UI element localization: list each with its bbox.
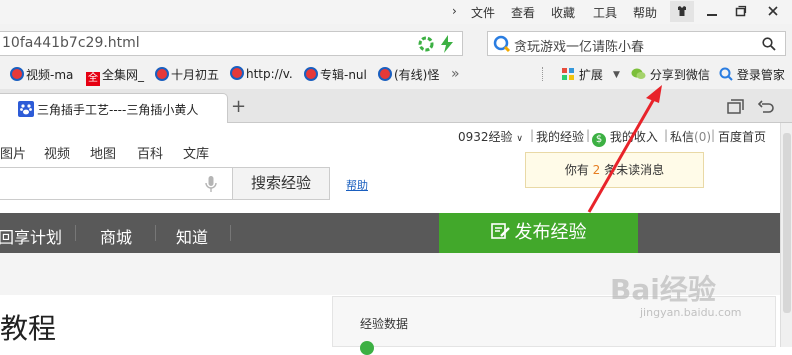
my-income-link[interactable]: $ 我的收入 [592,128,658,147]
bookmark-2[interactable]: 全全集网_ [86,66,144,86]
menu-view[interactable]: 查看 [511,4,535,21]
video-icon [155,67,169,81]
username-link[interactable]: 0932经验 ∨ [458,128,523,145]
scrollbar-thumb[interactable] [783,133,791,313]
scrollbar[interactable] [780,123,792,347]
video-icon [10,67,24,81]
bookmark-1[interactable]: 视频-ma [10,66,73,84]
close-icon[interactable] [761,1,785,22]
nav-divider [75,225,76,241]
menu-expand-chevron-icon[interactable]: › [452,4,457,18]
bookmark-6[interactable]: (有线)怪 [378,66,439,84]
bookmark-3[interactable]: 十月初五 [155,66,219,84]
search-experience-button[interactable]: 搜索经验 [232,167,330,200]
search-engine-icon[interactable] [493,35,511,53]
coin-icon: $ [592,133,606,147]
nav-mall[interactable]: 商城 [100,224,132,248]
divider: | [711,128,716,142]
video-icon [378,67,392,81]
stat-icon [360,341,374,355]
divider: | [664,128,669,142]
login-manager-button[interactable]: 登录管家 [719,66,785,84]
search-bar[interactable]: 贪玩游戏一亿请陈小春 [487,31,786,56]
category-wenku[interactable]: 文库 [183,143,209,162]
edit-pencil-icon [490,223,510,239]
baidu-paw-icon [18,101,34,117]
nav-divider [230,225,231,241]
new-tab-button[interactable]: + [231,96,246,117]
category-video[interactable]: 视频 [44,143,70,162]
my-experience-link[interactable]: 我的经验 [536,128,584,145]
extensions-button[interactable]: 扩展 [561,66,603,84]
watermark-url: jingyan.baidu.com [640,306,742,319]
restore-icon[interactable] [729,1,753,22]
extensions-dropdown-icon[interactable]: ▼ [613,70,620,88]
video-icon [304,67,318,81]
bookmark-4[interactable]: http://v. [230,66,293,84]
nav-zhidao[interactable]: 知道 [176,224,208,248]
menu-tools[interactable]: 工具 [593,4,617,21]
divider: | [586,128,591,142]
divider: | [530,128,535,142]
extensions-grid-icon [562,68,574,80]
messages-link[interactable]: 私信(0) [670,128,711,145]
publish-experience-button[interactable]: 发布经验 [439,213,638,253]
category-map[interactable]: 地图 [90,143,116,162]
quanji-logo-icon: 全 [86,72,100,86]
skin-icon[interactable] [670,1,694,22]
help-link[interactable]: 帮助 [346,177,368,193]
tab-list-icon[interactable] [727,99,745,118]
nav-share-plan[interactable]: 回享计划 [0,224,62,248]
video-icon [230,66,244,80]
speed-lightning-icon[interactable] [440,35,454,53]
category-images[interactable]: 图片 [0,143,26,162]
nav-divider [155,225,156,241]
wechat-icon [631,68,646,79]
unread-messages-tooltip[interactable]: 你有 2 条未读消息 [525,152,704,188]
category-baike[interactable]: 百科 [137,143,163,162]
search-icon[interactable] [762,37,776,51]
undo-close-tab-icon[interactable] [757,98,776,119]
menu-favorites[interactable]: 收藏 [551,4,575,21]
security-shield-icon[interactable] [418,36,434,52]
address-bar[interactable]: 10fa441b7c29.html [0,31,463,56]
menu-help[interactable]: 帮助 [633,4,657,21]
baidu-watermark: Bai经验 [610,273,716,306]
minimize-icon[interactable] [700,1,724,22]
key-magnifier-icon [719,67,733,81]
menu-file[interactable]: 文件 [471,4,495,21]
search-input[interactable]: 贪玩游戏一亿请陈小春 [514,36,644,55]
bookmarks-more-icon[interactable]: » [451,66,460,84]
bookmark-5[interactable]: 专辑-nul [304,66,367,84]
tab-title: 三角插手工艺----三角插小黄人 [37,103,199,117]
experience-search-input[interactable] [0,167,233,200]
separator [542,67,544,81]
baidu-home-link[interactable]: 百度首页 [718,128,766,145]
url-text[interactable]: 10fa441b7c29.html [2,35,140,51]
panel-title: 经验数据 [360,317,409,331]
microphone-icon[interactable] [205,175,217,193]
tab-active[interactable]: 三角插手工艺----三角插小黄人 [0,93,228,123]
share-wechat-button[interactable]: 分享到微信 [631,66,710,84]
article-heading: 教程 [0,312,57,345]
